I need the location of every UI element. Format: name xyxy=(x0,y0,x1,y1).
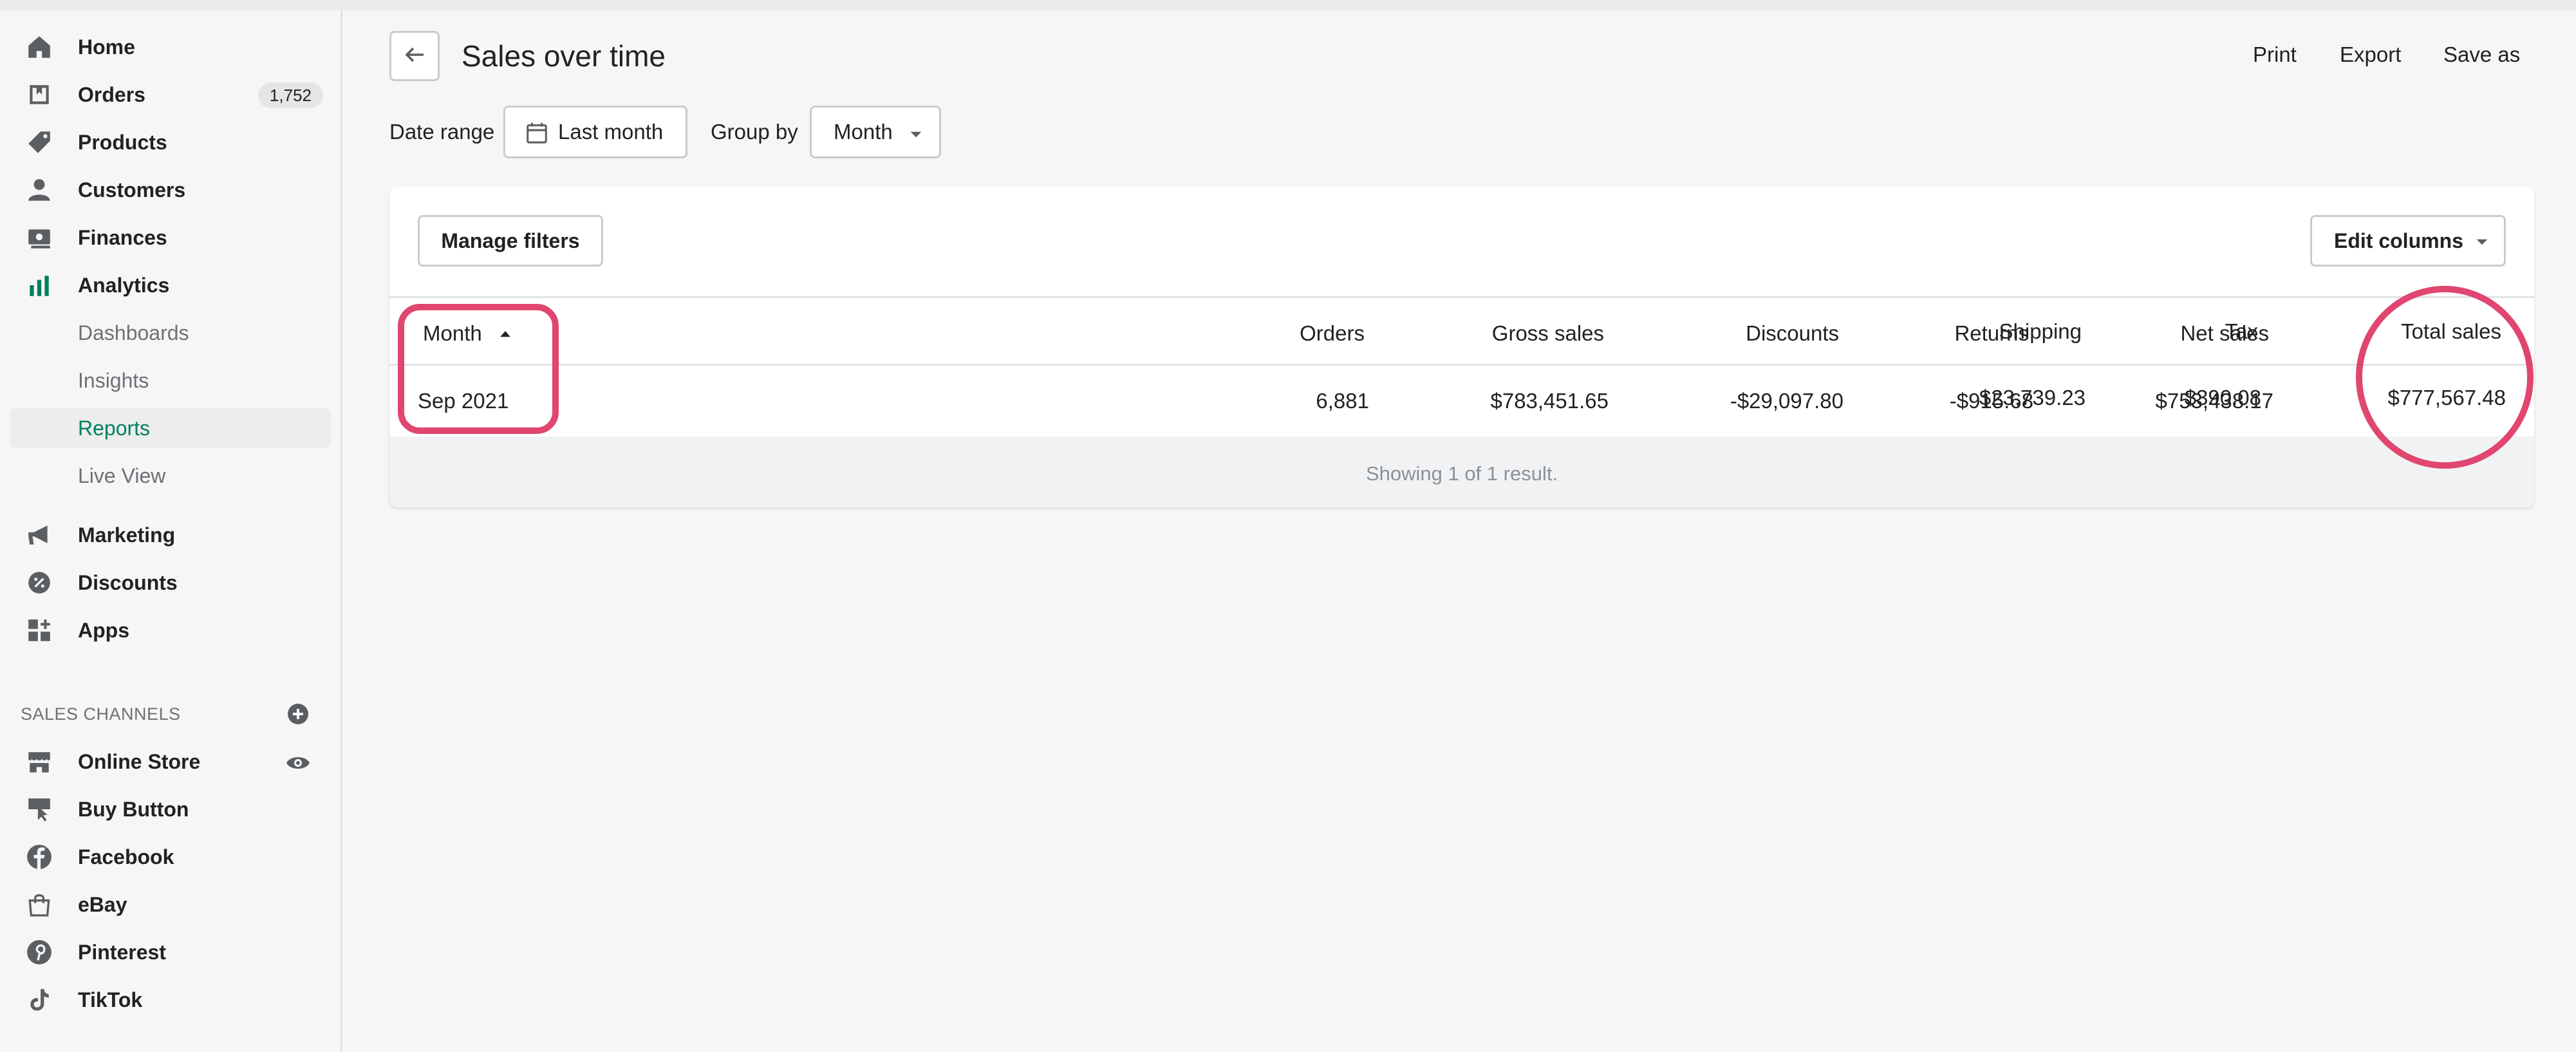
manage-filters-button[interactable]: Manage filters xyxy=(418,215,603,267)
sidebar-item-tiktok[interactable]: TikTok xyxy=(10,980,331,1020)
edit-columns-label: Edit columns xyxy=(2334,229,2463,252)
cell-orders: 6,881 xyxy=(1316,389,1369,413)
print-button[interactable]: Print xyxy=(2253,42,2297,67)
sidebar-item-label: Orders xyxy=(78,83,145,106)
top-strip xyxy=(0,0,2576,10)
date-range-value: Last month xyxy=(558,120,664,144)
sidebar-subitem-dashboards[interactable]: Dashboards xyxy=(10,313,331,353)
edit-columns-button[interactable]: Edit columns xyxy=(2310,215,2506,267)
add-channel-icon[interactable] xyxy=(285,701,311,727)
shopping-bag-icon xyxy=(26,891,53,918)
cell-discounts: -$29,097.80 xyxy=(1730,389,1843,413)
pinterest-icon xyxy=(26,939,53,966)
sidebar-item-orders[interactable]: Orders 1,752 xyxy=(10,75,331,115)
sidebar-item-ebay[interactable]: eBay xyxy=(10,885,331,925)
sidebar-item-finances[interactable]: Finances xyxy=(10,218,331,258)
highlight-total-sales-annotation xyxy=(2356,286,2534,469)
column-gross-sales[interactable]: Gross sales xyxy=(1492,321,1604,346)
group-by-value: Month xyxy=(834,120,893,144)
orders-icon xyxy=(26,81,53,108)
sidebar-item-label: Analytics xyxy=(78,274,170,297)
export-button[interactable]: Export xyxy=(2340,42,2401,67)
sidebar-item-home[interactable]: Home xyxy=(10,27,331,67)
sidebar-item-marketing[interactable]: Marketing xyxy=(10,515,331,555)
sidebar-item-label: Live View xyxy=(78,464,166,487)
sidebar-item-discounts[interactable]: Discounts xyxy=(10,563,331,603)
sidebar-item-label: Finances xyxy=(78,226,167,249)
sidebar-item-label: Facebook xyxy=(78,845,174,869)
group-by-label: Group by xyxy=(711,120,798,144)
discount-icon xyxy=(26,569,53,596)
column-tax[interactable]: Tax xyxy=(2225,319,2258,344)
cell-tax: $390.08 xyxy=(2184,386,2261,409)
store-icon xyxy=(26,748,53,775)
home-icon xyxy=(26,33,53,61)
caret-down-icon xyxy=(2473,232,2491,256)
sidebar-item-label: Products xyxy=(78,131,167,154)
report-card: Manage filters Edit columns Month Orders… xyxy=(389,187,2534,507)
sidebar-item-analytics[interactable]: Analytics xyxy=(10,265,331,305)
sidebar-item-label: TikTok xyxy=(78,988,143,1011)
sales-channels-heading: SALES CHANNELS xyxy=(21,704,181,724)
sidebar-item-buy-button[interactable]: Buy Button xyxy=(10,789,331,829)
sidebar-item-label: Home xyxy=(78,35,135,59)
orders-count-badge: 1,752 xyxy=(257,82,323,108)
table-footer: Showing 1 of 1 result. xyxy=(389,437,2534,507)
sidebar-item-online-store[interactable]: Online Store xyxy=(10,742,331,782)
date-range-picker[interactable]: Last month xyxy=(503,106,687,158)
tiktok-icon xyxy=(26,986,53,1013)
sidebar-item-customers[interactable]: Customers xyxy=(10,170,331,210)
apps-icon xyxy=(26,617,53,644)
caret-down-icon xyxy=(907,124,925,149)
group-by-select[interactable]: Month xyxy=(810,106,941,158)
back-button[interactable] xyxy=(389,31,440,81)
sidebar-item-label: Customers xyxy=(78,178,186,202)
sidebar-item-label: Marketing xyxy=(78,523,176,547)
facebook-icon xyxy=(26,843,53,870)
table-header: Month Orders Gross sales Discounts Retur… xyxy=(389,296,2534,366)
sidebar-item-label: Dashboards xyxy=(78,321,189,344)
buy-button-icon xyxy=(26,796,53,823)
sidebar: Home Orders 1,752 Products Customers Fin… xyxy=(0,10,342,1052)
sidebar-subitem-reports[interactable]: Reports xyxy=(10,408,331,448)
arrow-left-icon xyxy=(402,42,427,71)
sidebar-item-label: Discounts xyxy=(78,571,178,594)
column-orders[interactable]: Orders xyxy=(1300,321,1365,346)
person-icon xyxy=(26,176,53,203)
sidebar-item-apps[interactable]: Apps xyxy=(10,610,331,650)
page-title: Sales over time xyxy=(462,39,666,73)
tag-icon xyxy=(26,129,53,156)
sidebar-subitem-live-view[interactable]: Live View xyxy=(10,456,331,496)
sidebar-item-label: Insights xyxy=(78,369,149,392)
sidebar-item-label: Pinterest xyxy=(78,941,166,964)
sidebar-subitem-insights[interactable]: Insights xyxy=(10,361,331,400)
save-as-button[interactable]: Save as xyxy=(2443,42,2520,67)
column-discounts[interactable]: Discounts xyxy=(1746,321,1839,346)
sidebar-item-label: Reports xyxy=(78,417,151,440)
sidebar-item-label: Online Store xyxy=(78,750,201,773)
column-shipping-header[interactable]: Shipping xyxy=(1999,319,2082,344)
sidebar-item-label: Apps xyxy=(78,619,129,642)
bar-chart-icon xyxy=(26,272,53,299)
sidebar-item-pinterest[interactable]: Pinterest xyxy=(10,932,331,972)
result-count: Showing 1 of 1 result. xyxy=(1365,462,1558,485)
sidebar-item-label: Buy Button xyxy=(78,798,189,821)
date-range-label: Date range xyxy=(389,120,495,144)
eye-icon[interactable] xyxy=(285,750,311,776)
cell-shipping: $23,739.23 xyxy=(1979,386,2086,409)
sidebar-item-label: eBay xyxy=(78,893,127,916)
megaphone-icon xyxy=(26,521,53,549)
sidebar-item-facebook[interactable]: Facebook xyxy=(10,837,331,877)
highlight-month-annotation xyxy=(398,304,559,434)
calendar-icon xyxy=(525,120,549,150)
cell-gross-sales: $783,451.65 xyxy=(1490,389,1609,413)
sidebar-item-products[interactable]: Products xyxy=(10,122,331,162)
finances-icon xyxy=(26,224,53,251)
